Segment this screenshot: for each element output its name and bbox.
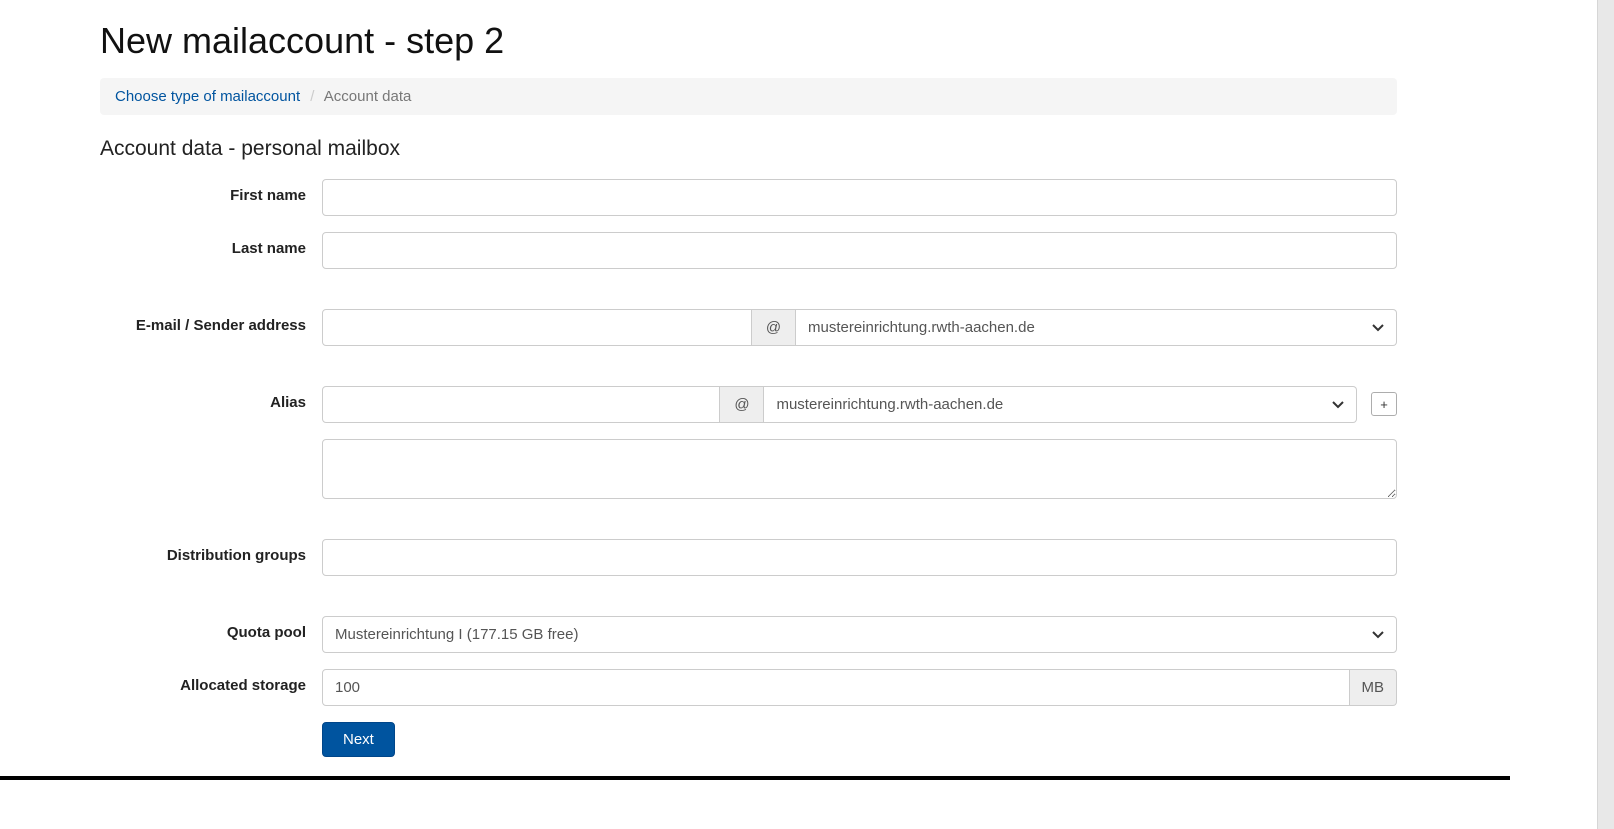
next-button[interactable]: Next [322, 722, 395, 757]
breadcrumb-separator: / [304, 88, 320, 105]
row-allocated-storage: Allocated storage MB [100, 669, 1397, 706]
row-alias-list [100, 439, 1397, 499]
alias-local-input[interactable] [322, 386, 720, 423]
quota-pool-select[interactable]: Mustereinrichtung I (177.15 GB free) [322, 616, 1397, 653]
row-quota-pool: Quota pool Mustereinrichtung I (177.15 G… [100, 616, 1397, 653]
label-quota-pool: Quota pool [100, 616, 322, 641]
scrollbar-gutter[interactable] [1597, 0, 1614, 829]
bottom-bar [0, 776, 1510, 780]
alias-list-textarea[interactable] [322, 439, 1397, 499]
first-name-input[interactable] [322, 179, 1397, 216]
distribution-groups-input[interactable] [322, 539, 1397, 576]
row-alias: Alias @ mustereinrichtung.rwth-aachen.de… [100, 386, 1397, 423]
label-email-sender: E-mail / Sender address [100, 309, 322, 334]
add-alias-button[interactable]: + [1371, 392, 1397, 416]
allocated-storage-input[interactable] [322, 669, 1350, 706]
row-first-name: First name [100, 179, 1397, 216]
page-wrapper: New mailaccount - step 2 Choose type of … [0, 0, 1510, 780]
alias-at-addon: @ [720, 386, 764, 423]
email-domain-select[interactable]: mustereinrichtung.rwth-aachen.de [796, 309, 1397, 346]
row-last-name: Last name [100, 232, 1397, 269]
label-alias: Alias [100, 386, 322, 411]
breadcrumb-step1-link[interactable]: Choose type of mailaccount [115, 88, 300, 105]
breadcrumb-current: Account data [324, 88, 412, 105]
email-local-input[interactable] [322, 309, 752, 346]
form-area: First name Last name E-mail / Sender add… [100, 179, 1397, 757]
row-email-sender: E-mail / Sender address @ mustereinricht… [100, 309, 1397, 346]
label-allocated-storage: Allocated storage [100, 669, 322, 694]
storage-unit-addon: MB [1350, 669, 1398, 706]
section-title: Account data - personal mailbox [100, 137, 1510, 161]
label-last-name: Last name [100, 232, 322, 257]
email-at-addon: @ [752, 309, 796, 346]
label-first-name: First name [100, 179, 322, 204]
row-distribution-groups: Distribution groups [100, 539, 1397, 576]
label-alias-list-empty [100, 439, 322, 447]
last-name-input[interactable] [322, 232, 1397, 269]
label-distribution-groups: Distribution groups [100, 539, 322, 564]
breadcrumb: Choose type of mailaccount / Account dat… [100, 78, 1397, 115]
alias-domain-select[interactable]: mustereinrichtung.rwth-aachen.de [764, 386, 1357, 423]
row-submit: Next [100, 722, 1397, 757]
page-title: New mailaccount - step 2 [100, 20, 1510, 62]
